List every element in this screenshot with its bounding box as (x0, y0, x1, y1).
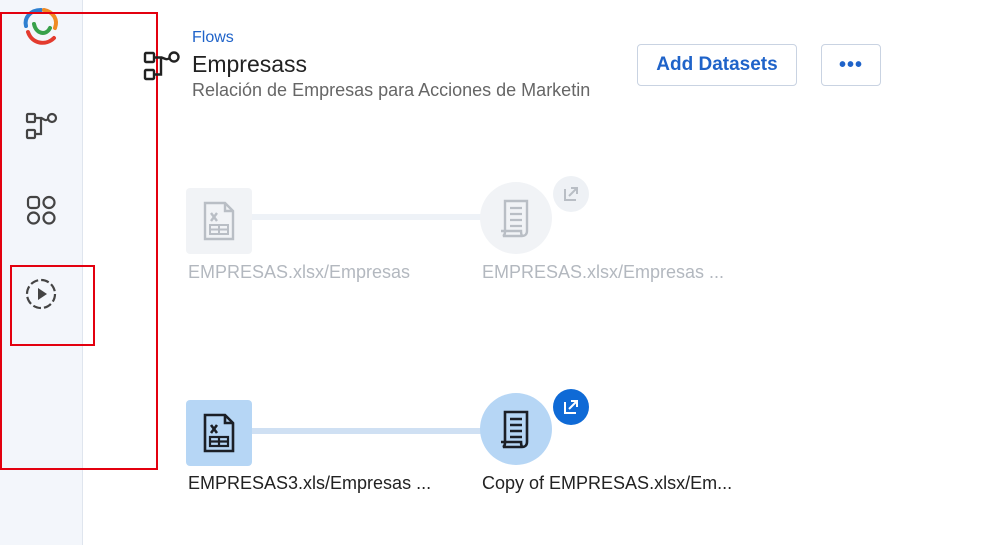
flows-icon (25, 112, 58, 140)
excel-file-icon (203, 413, 235, 453)
output-dataset-label: EMPRESAS.xlsx/Empresas ... (482, 262, 725, 282)
output-dataset-node[interactable] (480, 393, 552, 465)
external-link-icon (564, 187, 578, 201)
flows-nav-button[interactable] (20, 105, 62, 147)
apps-grid-icon (26, 195, 56, 225)
breadcrumb-flows[interactable]: Flows (192, 29, 234, 47)
source-dataset-label: EMPRESAS.xlsx/Empresas (188, 262, 411, 282)
output-dataset-node[interactable] (480, 182, 552, 254)
run-nav-button[interactable] (20, 273, 62, 315)
source-dataset-node[interactable] (186, 188, 252, 254)
recipe-scroll-icon (501, 199, 529, 238)
recipe-scroll-icon (501, 410, 529, 449)
output-dataset-label: Copy of EMPRESAS.xlsx/Em... (482, 473, 733, 493)
excel-file-icon (203, 201, 235, 241)
source-dataset-node[interactable] (186, 400, 252, 466)
flow-title-icon (142, 48, 182, 84)
play-circle-icon (25, 278, 57, 310)
open-link-badge[interactable] (553, 176, 589, 212)
flow-connector (250, 214, 490, 220)
open-link-badge[interactable] (553, 389, 589, 425)
external-link-icon (564, 400, 578, 414)
page-subtitle: Relación de Empresas para Acciones de Ma… (192, 80, 591, 100)
flow-connector (250, 428, 490, 434)
sidebar (0, 0, 83, 545)
page-title: Empresass (192, 51, 308, 77)
source-dataset-label: EMPRESAS3.xls/Empresas ... (188, 473, 432, 493)
more-options-button[interactable]: ••• (821, 44, 881, 86)
add-datasets-button[interactable]: Add Datasets (637, 44, 797, 86)
apps-nav-button[interactable] (20, 189, 62, 231)
spiral-logo-icon[interactable] (18, 4, 64, 50)
